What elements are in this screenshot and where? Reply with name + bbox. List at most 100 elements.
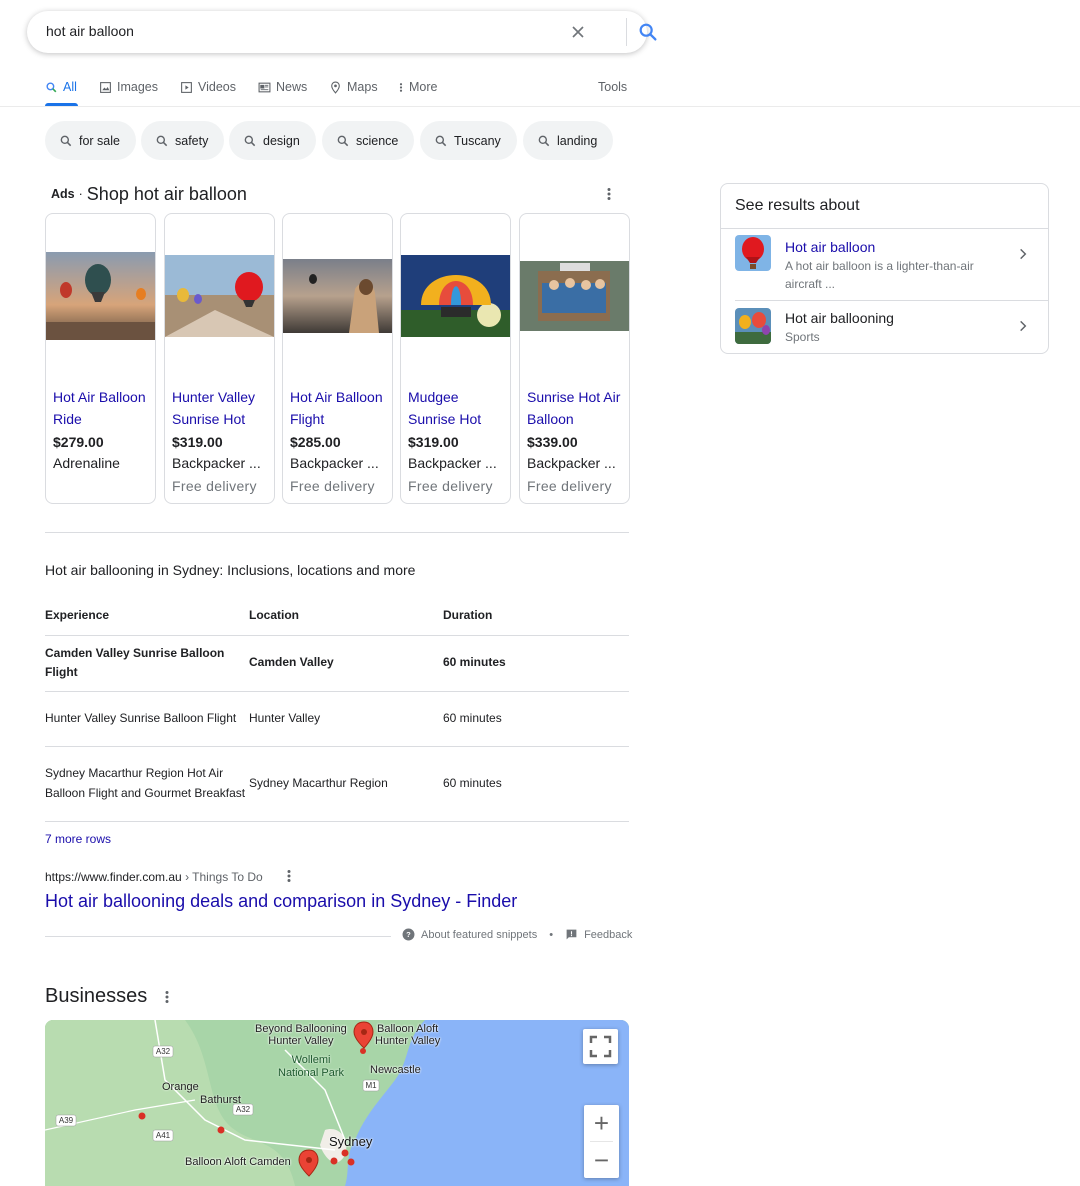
tab-images[interactable]: Images: [99, 80, 158, 94]
search-divider: [626, 18, 627, 46]
search-icon: [538, 135, 550, 146]
table-cell: Hunter Valley: [249, 691, 443, 747]
zoom-in-button[interactable]: +: [584, 1105, 619, 1141]
entity-description: Sports: [785, 330, 820, 344]
product-name[interactable]: Hunter Valley Sunrise Hot: [172, 386, 272, 430]
product-image: [520, 261, 629, 331]
table-header: Duration: [443, 596, 629, 636]
chevron-right-icon: [1020, 248, 1027, 260]
chip-safety[interactable]: safety: [141, 121, 225, 160]
map-place-label: Orange: [162, 1081, 199, 1093]
product-price: $279.00: [53, 434, 104, 450]
map-road-label: M1: [365, 1081, 377, 1090]
product-seller: Backpacker ...: [290, 455, 379, 471]
result-url[interactable]: https://www.finder.com.au › Things To Do: [45, 870, 263, 884]
product-seller: Backpacker ...: [527, 455, 616, 471]
search-icon: [156, 135, 168, 146]
product-delivery: Free delivery: [290, 478, 375, 494]
map-pin-icon: [331, 81, 340, 94]
product-card[interactable]: Mudgee Sunrise Hot $319.00 Backpacker ..…: [400, 213, 511, 504]
product-card[interactable]: Hot Air Balloon Flight $285.00 Backpacke…: [282, 213, 393, 504]
chip-design[interactable]: design: [229, 121, 316, 160]
search-icon: [60, 135, 72, 146]
table-header: Location: [249, 596, 443, 636]
see-results-about-panel: See results about Hot air balloon A hot …: [720, 183, 1049, 354]
table-cell: Camden Valley: [249, 635, 443, 692]
product-card[interactable]: Hot Air Balloon Ride $279.00 Adrenaline: [45, 213, 156, 504]
product-name[interactable]: Sunrise Hot Air Balloon: [527, 386, 627, 430]
table-cell: Hunter Valley Sunrise Balloon Flight: [45, 691, 249, 747]
chip-for-sale[interactable]: for sale: [45, 121, 136, 160]
search-icon[interactable]: [637, 21, 659, 43]
table-cell: Sydney Macarthur Region Hot Air Balloon …: [45, 746, 249, 822]
entity-name[interactable]: Hot air ballooning: [785, 310, 894, 326]
entity-name[interactable]: Hot air balloon: [785, 239, 875, 255]
shopping-ads-header: Ads · Shop hot air balloon: [51, 183, 247, 205]
chip-science[interactable]: science: [322, 121, 415, 160]
product-name[interactable]: Hot Air Balloon Ride: [53, 386, 153, 430]
product-price: $319.00: [172, 434, 223, 450]
table-header: Experience: [45, 596, 249, 636]
product-price: $339.00: [527, 434, 578, 450]
news-icon: [258, 82, 271, 92]
zoom-out-button[interactable]: −: [584, 1142, 619, 1178]
map-place-label: Balloon Aloft Hunter Valley: [375, 1023, 441, 1047]
fullscreen-button[interactable]: [583, 1029, 618, 1064]
svg-text:?: ?: [406, 930, 411, 939]
clear-icon[interactable]: [568, 22, 588, 42]
tab-all[interactable]: All: [45, 80, 77, 94]
chevron-right-icon: [1020, 320, 1027, 332]
tab-more[interactable]: More: [398, 80, 437, 94]
map-place-label: Beyond Ballooning Hunter Valley: [255, 1023, 347, 1047]
table-row: Camden Valley Sunrise Balloon Flight Cam…: [45, 635, 629, 692]
fullscreen-icon: [589, 1035, 612, 1058]
tab-news[interactable]: News: [258, 80, 307, 94]
zoom-controls: + −: [584, 1105, 619, 1178]
map-place-label: Sydney: [329, 1134, 373, 1149]
more-options-icon[interactable]: [282, 869, 296, 883]
breadcrumb: › Things To Do: [181, 870, 263, 884]
product-image: [401, 255, 510, 337]
product-delivery: Free delivery: [408, 478, 493, 494]
result-title-link[interactable]: Hot air ballooning deals and comparison …: [45, 891, 517, 912]
product-seller: Adrenaline: [53, 455, 120, 471]
ballooning-thumbnail: [735, 308, 771, 344]
product-delivery: Free delivery: [527, 478, 612, 494]
ads-badge: Ads: [51, 187, 75, 201]
product-name[interactable]: Hot Air Balloon Flight: [290, 386, 390, 430]
panel-heading: See results about: [735, 197, 860, 214]
product-card[interactable]: Hunter Valley Sunrise Hot $319.00 Backpa…: [164, 213, 275, 504]
more-options-icon[interactable]: [160, 990, 174, 1004]
tools-button[interactable]: Tools: [598, 80, 627, 94]
table-cell: Camden Valley Sunrise Balloon Flight: [45, 635, 249, 692]
product-card[interactable]: Sunrise Hot Air Balloon $339.00 Backpack…: [519, 213, 630, 504]
feedback-link[interactable]: Feedback: [584, 929, 632, 941]
table-cell: 60 minutes: [443, 746, 629, 822]
more-options-icon[interactable]: [602, 187, 616, 201]
active-tab-indicator: [45, 103, 78, 106]
businesses-map[interactable]: A32 A32 M1 A39 A41 Beyond Ballooning Hun…: [45, 1020, 629, 1186]
search-tabs: All Images Videos News Maps More Tools: [0, 70, 1080, 107]
map-place-label: Bathurst: [200, 1094, 241, 1106]
more-vert-icon: [399, 82, 403, 92]
product-price: $319.00: [408, 434, 459, 450]
search-input[interactable]: hot air balloon: [46, 23, 134, 39]
table-row: Sydney Macarthur Region Hot Air Balloon …: [45, 746, 629, 822]
search-icon: [46, 81, 57, 92]
image-icon: [100, 81, 111, 93]
chip-landing[interactable]: landing: [523, 121, 614, 160]
more-rows-link[interactable]: 7 more rows: [45, 832, 111, 846]
tab-videos[interactable]: Videos: [180, 80, 236, 94]
tab-maps[interactable]: Maps: [329, 80, 378, 94]
about-featured-snippets-link[interactable]: About featured snippets: [421, 929, 537, 941]
search-box[interactable]: hot air balloon: [27, 11, 657, 53]
product-delivery: Free delivery: [172, 478, 257, 494]
section-divider: [45, 936, 391, 937]
chip-tuscany[interactable]: Tuscany: [420, 121, 517, 160]
search-icon: [435, 135, 447, 146]
product-price: $285.00: [290, 434, 341, 450]
search-icon: [337, 135, 349, 146]
product-name[interactable]: Mudgee Sunrise Hot: [408, 386, 508, 430]
product-image: [46, 252, 155, 340]
table-row: Hunter Valley Sunrise Balloon Flight Hun…: [45, 691, 629, 747]
